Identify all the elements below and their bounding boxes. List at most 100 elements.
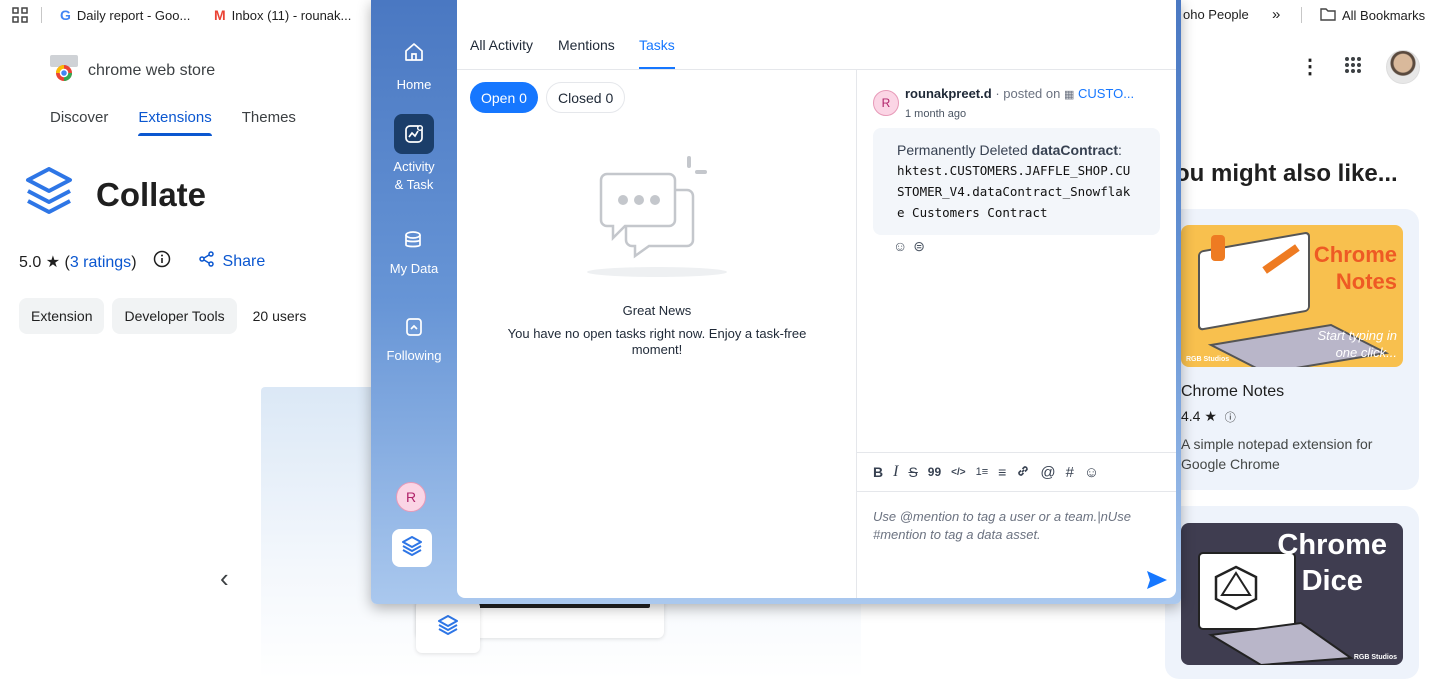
tab-all-activity[interactable]: All Activity: [470, 37, 533, 53]
recommendations-title: ou might also like...: [1175, 160, 1398, 187]
ordered-list-icon[interactable]: 1≡: [976, 466, 989, 478]
empty-title: Great News: [622, 303, 692, 318]
emoji-icon[interactable]: ☺: [1084, 464, 1099, 481]
more-vert-icon[interactable]: ⋮: [1300, 57, 1320, 77]
nav-activity-task[interactable]: Activity & Task: [371, 114, 457, 194]
nav-my-data-label: My Data: [389, 261, 439, 276]
home-icon: [394, 32, 434, 72]
database-icon: [394, 220, 434, 260]
ratings-link[interactable]: 3 ratings: [70, 254, 131, 271]
rec-image-title: Chrome Dice: [1277, 527, 1387, 599]
tab-tasks[interactable]: Tasks: [639, 37, 675, 69]
activity-tabs: All Activity Mentions Tasks: [457, 0, 1176, 70]
nav-home-label: Home: [396, 77, 432, 92]
info-icon[interactable]: ⓘ: [1225, 412, 1236, 424]
rec-name: Chrome Notes: [1181, 383, 1285, 400]
bookmark-label: oho People: [1183, 7, 1249, 22]
rec-rating-value: 4.4 ★: [1181, 408, 1217, 424]
bookmark-zoho-people[interactable]: oho People: [1183, 7, 1249, 22]
screenshot-logo-tile: [416, 601, 480, 653]
nav-following-label: Following: [386, 348, 442, 363]
rec-image-chrome-notes: Chrome Notes Start typing in one click..…: [1181, 225, 1403, 367]
rec-image-title: Chrome Notes: [1314, 241, 1397, 295]
feed-username[interactable]: rounakpreet.d: [905, 86, 992, 101]
recommendations: ou might also like... Chrome Notes Start…: [1165, 160, 1438, 679]
feed-entity-link[interactable]: CUSTO...: [1078, 86, 1134, 101]
collate-side-nav: Home Activity & Task My Data Following R: [371, 0, 457, 604]
bullet-list-icon[interactable]: ≡: [998, 464, 1006, 480]
nav-themes[interactable]: Themes: [242, 109, 296, 126]
link-icon[interactable]: [1016, 464, 1030, 481]
all-bookmarks-label: All Bookmarks: [1342, 8, 1426, 23]
table-icon: ▦: [1063, 89, 1075, 101]
send-icon[interactable]: [1146, 570, 1168, 590]
rating-summary: 5.0 ★ (3 ratings): [19, 252, 137, 272]
empty-state: Great News You have no open tasks right …: [497, 150, 817, 358]
feed-posted-on: · posted on: [995, 86, 1061, 101]
nav-extensions[interactable]: Extensions: [138, 109, 213, 136]
chip-developer-tools[interactable]: Developer Tools: [112, 298, 237, 334]
feed-header: rounakpreet.d · posted on ▦ CUSTO...: [905, 86, 1134, 101]
feed-message-fqn: hktest.CUSTOMERS.JAFFLE_SHOP.CUSTOMER_V4…: [897, 163, 1131, 220]
bookmark-daily-report[interactable]: G Daily report - Goo...: [60, 7, 190, 23]
nav-home[interactable]: Home: [371, 32, 457, 94]
carousel-prev-button[interactable]: ‹: [220, 563, 229, 594]
feed-avatar[interactable]: R: [873, 90, 899, 116]
collate-popup: Home Activity & Task My Data Following R: [371, 0, 1181, 604]
nav-following[interactable]: Following: [371, 307, 457, 365]
collate-small-icon: [437, 614, 459, 640]
bookmark-icon: [394, 307, 434, 347]
rec-image-tagline-line: Start typing in: [1317, 328, 1398, 343]
collate-logo-button[interactable]: [392, 529, 432, 567]
editor-toolbar: B I S 99 </> 1≡ ≡ @ # ☺: [857, 452, 1176, 492]
share-button[interactable]: Share: [198, 251, 266, 272]
rating-paren: ): [131, 253, 137, 271]
gmail-icon: M: [214, 7, 226, 23]
tags-row: Extension Developer Tools 20 users: [19, 298, 306, 334]
rec-image-tagline-line: one click...: [1335, 345, 1397, 360]
code-icon[interactable]: </>: [951, 467, 965, 478]
share-label: Share: [222, 252, 266, 270]
feed-message: Permanently Deleted dataContract: hktest…: [873, 128, 1160, 235]
user-avatar[interactable]: [1386, 50, 1420, 84]
feed-reactions: ☺ ⊜: [893, 238, 925, 255]
rating-value: 5.0 ★ (: [19, 253, 70, 271]
feed-message-prefix: Permanently Deleted: [897, 142, 1032, 158]
nav-my-data[interactable]: My Data: [371, 220, 457, 278]
feed-message-entity-type: dataContract: [1031, 142, 1118, 158]
info-icon[interactable]: [153, 250, 171, 273]
comment-input[interactable]: Use @mention to tag a user or a team.|nU…: [873, 508, 1163, 544]
filter-closed-button[interactable]: Closed 0: [546, 82, 626, 113]
bookmark-inbox[interactable]: M Inbox (11) - rounak...: [214, 7, 351, 23]
strikethrough-icon[interactable]: S: [908, 464, 917, 480]
hashtag-icon[interactable]: #: [1066, 464, 1074, 481]
chip-extension[interactable]: Extension: [19, 298, 105, 334]
bold-icon[interactable]: B: [873, 464, 883, 480]
nav-discover[interactable]: Discover: [50, 109, 108, 126]
rec-card-chrome-notes[interactable]: Chrome Notes Start typing in one click..…: [1165, 209, 1419, 490]
apps-grid-icon[interactable]: [12, 7, 28, 26]
reply-icon[interactable]: ⊜: [913, 238, 925, 255]
rec-image-title-line: Notes: [1335, 269, 1397, 294]
emoji-reaction-icon[interactable]: ☺: [893, 238, 907, 255]
nav-activity-label: Activity & Task: [393, 159, 435, 192]
more-bookmarks-button[interactable]: »: [1272, 6, 1280, 23]
extension-title: Collate: [96, 176, 207, 213]
mention-icon[interactable]: @: [1040, 464, 1055, 481]
rec-brand-badge: RGB Studios: [1186, 356, 1230, 363]
rec-description: A simple notepad extension for Google Ch…: [1181, 436, 1373, 472]
tab-mentions[interactable]: Mentions: [558, 37, 615, 53]
user-avatar[interactable]: R: [396, 482, 426, 512]
italic-icon[interactable]: I: [893, 463, 898, 481]
filter-open-button[interactable]: Open 0: [470, 82, 538, 113]
chrome-web-store-logo[interactable]: chrome web store: [50, 55, 215, 86]
rec-card-chrome-dice[interactable]: Chrome Dice RGB Studios: [1165, 506, 1419, 679]
feed-message-colon: :: [1118, 142, 1122, 158]
share-icon: [198, 251, 215, 272]
rec-image-tagline: Start typing in one click...: [1318, 327, 1398, 361]
quote-icon[interactable]: 99: [928, 465, 941, 479]
rec-image-chrome-dice: Chrome Dice RGB Studios: [1181, 523, 1403, 665]
all-bookmarks-button[interactable]: All Bookmarks: [1320, 7, 1425, 24]
collate-logo-icon: [24, 167, 74, 223]
google-apps-icon[interactable]: [1344, 56, 1362, 79]
